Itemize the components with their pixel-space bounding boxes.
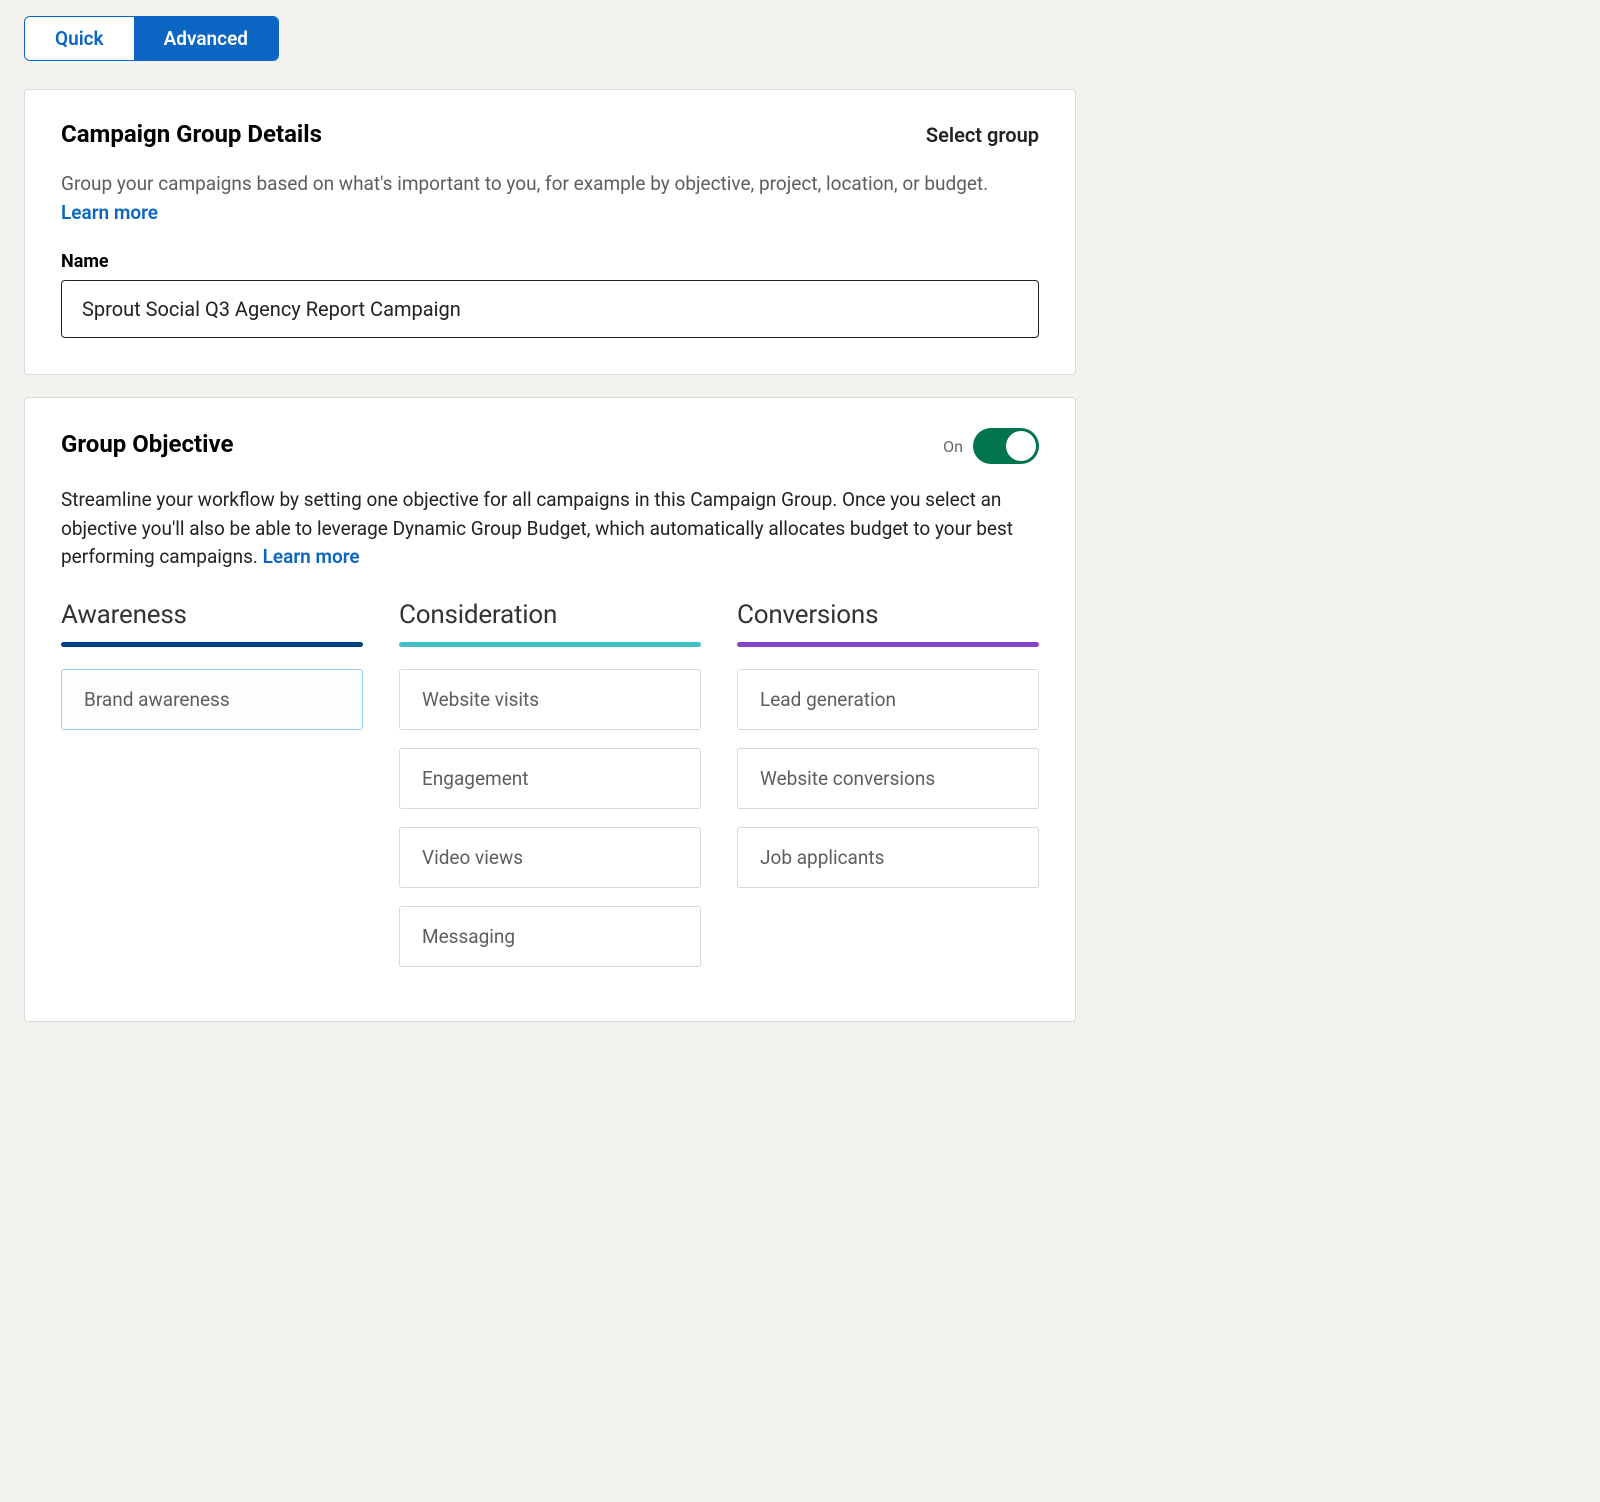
group-objective-card: Group Objective On Streamline your workf… [24,397,1076,1022]
details-learn-more-link[interactable]: Learn more [61,201,158,224]
tab-advanced[interactable]: Advanced [134,17,278,60]
toggle-label: On [943,437,963,456]
column-divider [399,642,701,647]
column-heading: Consideration [399,600,701,642]
tab-quick[interactable]: Quick [25,17,134,60]
column-divider [737,642,1039,647]
select-group-link[interactable]: Select group [926,123,1039,147]
objective-learn-more-link[interactable]: Learn more [263,545,360,568]
objective-toggle[interactable] [973,428,1039,464]
card-title: Campaign Group Details [61,120,322,148]
objective-tile-engagement[interactable]: Engagement [399,748,701,809]
objective-tile-website-visits[interactable]: Website visits [399,669,701,730]
objective-tile-lead-generation[interactable]: Lead generation [737,669,1039,730]
objective-description-text: Streamline your workflow by setting one … [61,488,1013,568]
details-description: Group your campaigns based on what's imp… [61,170,1039,227]
objective-tile-messaging[interactable]: Messaging [399,906,701,967]
objective-tile-website-conversions[interactable]: Website conversions [737,748,1039,809]
column-consideration: Consideration Website visits Engagement … [399,600,701,985]
campaign-group-name-input[interactable] [61,280,1039,338]
column-divider [61,642,363,647]
column-heading: Conversions [737,600,1039,642]
column-conversions: Conversions Lead generation Website conv… [737,600,1039,985]
column-awareness: Awareness Brand awareness [61,600,363,985]
card-title: Group Objective [61,430,233,458]
name-label: Name [61,251,1039,272]
objective-tile-video-views[interactable]: Video views [399,827,701,888]
objective-tile-brand-awareness[interactable]: Brand awareness [61,669,363,730]
mode-toggle: Quick Advanced [24,16,279,61]
details-description-text: Group your campaigns based on what's imp… [61,172,988,195]
objective-tile-job-applicants[interactable]: Job applicants [737,827,1039,888]
objective-columns: Awareness Brand awareness Consideration … [61,600,1039,985]
objective-description: Streamline your workflow by setting one … [61,486,1039,572]
column-heading: Awareness [61,600,363,642]
campaign-group-details-card: Campaign Group Details Select group Grou… [24,89,1076,375]
